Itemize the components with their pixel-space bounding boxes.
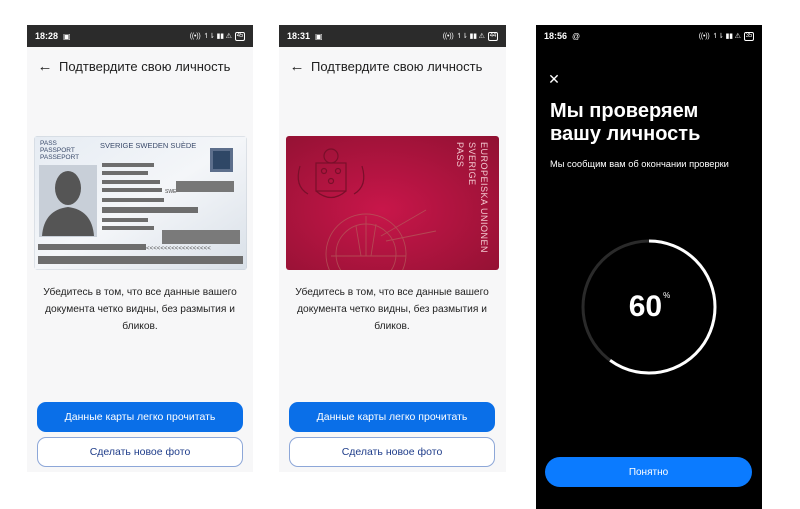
confirm-readable-button[interactable]: Данные карты легко прочитать xyxy=(37,402,243,432)
progress-ring: 60 % xyxy=(578,236,720,378)
status-icons: ((•)) ↿⇂ ▮▮ ⚠ 44 xyxy=(442,31,498,41)
verification-title: Мы проверяем вашу личность xyxy=(550,100,701,145)
status-bar: 18:31 ▣ ((•)) ↿⇂ ▮▮ ⚠ 44 xyxy=(279,25,506,47)
screenshot-icon: ▣ xyxy=(63,31,71,41)
phone-screen-2: 18:31 ▣ ((•)) ↿⇂ ▮▮ ⚠ 44 ← Подтвердите с… xyxy=(279,25,506,472)
signal-icon: ↿⇂ ▮▮ ⚠ xyxy=(712,33,741,40)
progress-value: 60 % xyxy=(578,236,720,378)
instruction-text: Убедитесь в том, что все данные вашего д… xyxy=(295,287,489,332)
close-icon[interactable]: ✕ xyxy=(546,71,562,88)
page-header: ← Подтвердите свою личность xyxy=(279,55,506,77)
wifi-icon: ((•)) xyxy=(189,32,201,40)
phone-screen-1: 18:28 ▣ ((•)) ↿⇂ ▮▮ ⚠ 45 ← Подтвердите с… xyxy=(27,25,253,472)
back-arrow-icon[interactable]: ← xyxy=(283,58,311,75)
battery-icon: 45 xyxy=(234,31,245,41)
cover-text-sverige: SVERIGE xyxy=(467,142,477,186)
cover-text-pass: PASS xyxy=(455,142,465,167)
got-it-button[interactable]: Понятно xyxy=(545,457,752,487)
status-bar: 18:28 ▣ ((•)) ↿⇂ ▮▮ ⚠ 45 xyxy=(27,25,253,47)
signal-icon: ↿⇂ ▮▮ ⚠ xyxy=(203,33,232,40)
signal-icon: ↿⇂ ▮▮ ⚠ xyxy=(456,33,485,40)
battery-icon: 35 xyxy=(743,31,754,41)
battery-icon: 44 xyxy=(487,31,498,41)
card-mrz: <<<<<<<<<<<<<<<<<< xyxy=(146,245,211,252)
passport-cover-photo: EUROPEISKA UNIONEN SVERIGE PASS xyxy=(286,136,499,270)
status-time: 18:31 xyxy=(287,31,311,41)
phone-screen-3: 18:56 @ ((•)) ↿⇂ ▮▮ ⚠ 35 ✕ Мы проверяем … xyxy=(536,25,762,509)
status-time: 18:28 xyxy=(35,31,59,41)
progress-number: 60 xyxy=(628,290,663,323)
id-card-image: PASS PASSPORT PASSEPORT SVERIGE SWEDEN S… xyxy=(34,136,247,270)
back-arrow-icon[interactable]: ← xyxy=(31,58,59,75)
page-title: Подтвердите свою личность xyxy=(311,58,483,74)
id-card-photo: PASS PASSPORT PASSEPORT SVERIGE SWEDEN S… xyxy=(34,136,247,270)
card-country: SVERIGE SWEDEN SUÈDE xyxy=(100,141,196,150)
page-header: ← Подтвердите свою личность xyxy=(27,55,253,77)
verification-subtitle: Мы сообщим вам об окончании проверки xyxy=(550,159,729,169)
progress-unit: % xyxy=(663,290,671,300)
confirm-readable-button[interactable]: Данные карты легко прочитать xyxy=(289,402,495,432)
status-icons: ((•)) ↿⇂ ▮▮ ⚠ 35 xyxy=(698,31,754,41)
wifi-icon: ((•)) xyxy=(698,32,710,40)
card-code: SWE xyxy=(165,189,177,195)
page-title: Подтвердите свою личность xyxy=(59,58,231,74)
cover-text-eu: EUROPEISKA UNIONEN xyxy=(479,142,489,253)
card-header-passeport: PASSEPORT xyxy=(40,154,79,161)
status-bar: 18:56 @ ((•)) ↿⇂ ▮▮ ⚠ 35 xyxy=(536,25,762,47)
retake-photo-button[interactable]: Сделать новое фото xyxy=(37,437,243,467)
passport-cover-image: EUROPEISKA UNIONEN SVERIGE PASS xyxy=(286,136,499,270)
status-time: 18:56 xyxy=(544,31,568,41)
at-sign-icon: @ xyxy=(572,31,581,41)
instruction-text: Убедитесь в том, что все данные вашего д… xyxy=(43,287,237,332)
retake-photo-button[interactable]: Сделать новое фото xyxy=(289,437,495,467)
wifi-icon: ((•)) xyxy=(442,32,454,40)
screenshot-icon: ▣ xyxy=(315,31,323,41)
status-icons: ((•)) ↿⇂ ▮▮ ⚠ 45 xyxy=(189,31,245,41)
card-header-passport: PASSPORT xyxy=(40,147,75,154)
card-header-pass: PASS xyxy=(40,140,58,147)
